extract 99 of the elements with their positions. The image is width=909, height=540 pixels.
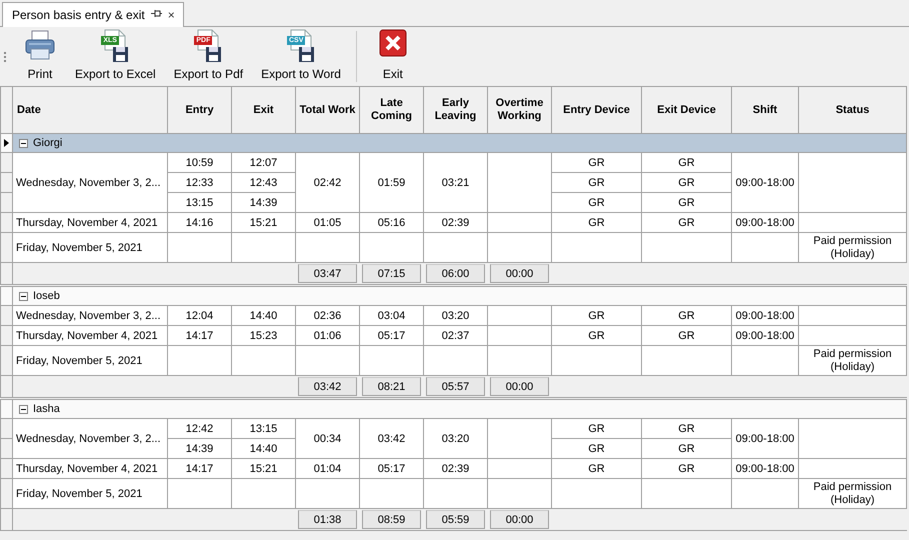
- summary-total: 08:59: [362, 510, 421, 529]
- duration-cell: 00:34: [296, 418, 360, 458]
- time-cell: 14:17: [168, 326, 232, 346]
- device-cell: GR: [552, 152, 642, 172]
- column-header[interactable]: Entry Device: [552, 86, 642, 134]
- summary-total: 03:47: [298, 264, 357, 283]
- duration-cell: 03:21: [424, 152, 488, 212]
- device-cell: GR: [552, 326, 642, 346]
- tab-title: Person basis entry & exit: [12, 8, 145, 22]
- group-name: Ioseb: [33, 290, 60, 302]
- device-cell: GR: [552, 212, 642, 232]
- group-row[interactable]: Iasha: [12, 400, 906, 418]
- time-cell: 12:07: [232, 152, 296, 172]
- shift-cell: 09:00-18:00: [732, 212, 798, 232]
- duration-cell: 01:04: [296, 458, 360, 478]
- duration-cell: 02:39: [424, 458, 488, 478]
- time-cell: 14:39: [168, 438, 232, 458]
- device-cell: GR: [642, 212, 732, 232]
- shift-cell: 09:00-18:00: [732, 306, 798, 326]
- group-name: Iasha: [33, 403, 60, 415]
- device-cell: GR: [552, 306, 642, 326]
- shift-cell: 09:00-18:00: [732, 152, 798, 212]
- summary-total: 07:15: [362, 264, 421, 283]
- column-header[interactable]: Entry: [168, 86, 232, 134]
- duration-cell: 03:04: [360, 306, 424, 326]
- time-cell: 15:23: [232, 326, 296, 346]
- device-cell: GR: [552, 438, 642, 458]
- time-cell: 13:15: [168, 192, 232, 212]
- column-header[interactable]: Early Leaving: [424, 86, 488, 134]
- duration-cell: 05:17: [360, 458, 424, 478]
- summary-total: 06:00: [426, 264, 485, 283]
- time-cell: 12:33: [168, 172, 232, 192]
- device-cell: GR: [642, 152, 732, 172]
- device-cell: GR: [552, 418, 642, 438]
- device-cell: GR: [552, 172, 642, 192]
- summary-total: 08:21: [362, 377, 421, 396]
- duration-cell: 05:17: [360, 326, 424, 346]
- shift-cell: 09:00-18:00: [732, 458, 798, 478]
- time-cell: 15:21: [232, 458, 296, 478]
- time-cell: 15:21: [232, 212, 296, 232]
- column-header[interactable]: Exit Device: [642, 86, 732, 134]
- duration-cell: 02:42: [296, 152, 360, 212]
- date-cell: Wednesday, November 3, 2...: [12, 306, 168, 326]
- group-name: Giorgi: [33, 137, 62, 149]
- device-cell: GR: [642, 326, 732, 346]
- column-header[interactable]: Exit: [232, 86, 296, 134]
- duration-cell: 01:06: [296, 326, 360, 346]
- date-cell: Thursday, November 4, 2021: [12, 458, 168, 478]
- group-row[interactable]: Ioseb: [12, 286, 906, 306]
- date-cell: Thursday, November 4, 2021: [12, 212, 168, 232]
- summary-total: 00:00: [490, 510, 549, 529]
- exit-button[interactable]: Exit: [366, 27, 419, 86]
- time-cell: 12:04: [168, 306, 232, 326]
- summary-total: 03:42: [298, 377, 357, 396]
- duration-cell: 02:36: [296, 306, 360, 326]
- document-tab[interactable]: Person basis entry & exit ×: [2, 2, 184, 27]
- device-cell: GR: [642, 306, 732, 326]
- duration-cell: 03:42: [360, 418, 424, 458]
- shift-cell: 09:00-18:00: [732, 418, 798, 458]
- summary-total: 01:38: [298, 510, 357, 529]
- duration-cell: 01:05: [296, 212, 360, 232]
- printer-icon: [24, 29, 56, 61]
- summary-total: 05:59: [426, 510, 485, 529]
- column-header[interactable]: Date: [12, 86, 168, 134]
- time-cell: 14:17: [168, 458, 232, 478]
- print-button[interactable]: Print: [14, 27, 66, 86]
- duration-cell: 01:59: [360, 152, 424, 212]
- device-cell: GR: [552, 192, 642, 212]
- time-cell: 10:59: [168, 152, 232, 172]
- duration-cell: 02:39: [424, 212, 488, 232]
- column-header[interactable]: Late Coming: [360, 86, 424, 134]
- summary-total: 00:00: [490, 264, 549, 283]
- time-cell: 14:40: [232, 306, 296, 326]
- collapse-icon[interactable]: [19, 404, 28, 414]
- duration-cell: 05:16: [360, 212, 424, 232]
- time-cell: 13:15: [232, 418, 296, 438]
- column-header[interactable]: Total Work: [296, 86, 360, 134]
- duration-cell: 03:20: [424, 418, 488, 458]
- collapse-icon[interactable]: [19, 138, 28, 148]
- column-header[interactable]: Status: [798, 86, 906, 134]
- time-cell: 14:16: [168, 212, 232, 232]
- duration-cell: 03:20: [424, 306, 488, 326]
- close-icon: [378, 29, 407, 57]
- date-cell: Thursday, November 4, 2021: [12, 326, 168, 346]
- time-cell: 12:42: [168, 418, 232, 438]
- column-header[interactable]: Overtime Working: [488, 86, 552, 134]
- date-cell: Wednesday, November 3, 2...: [12, 418, 168, 458]
- device-cell: GR: [552, 458, 642, 478]
- device-cell: GR: [642, 418, 732, 438]
- collapse-icon[interactable]: [19, 292, 28, 300]
- summary-total: 05:57: [426, 377, 485, 396]
- group-row[interactable]: Giorgi: [12, 134, 906, 152]
- close-button[interactable]: ×: [168, 8, 175, 22]
- shift-cell: 09:00-18:00: [732, 326, 798, 346]
- date-cell: Wednesday, November 3, 2...: [12, 152, 168, 212]
- duration-cell: 02:37: [424, 326, 488, 346]
- device-cell: GR: [642, 458, 732, 478]
- column-header[interactable]: Shift: [732, 86, 798, 134]
- summary-total: 00:00: [490, 377, 549, 396]
